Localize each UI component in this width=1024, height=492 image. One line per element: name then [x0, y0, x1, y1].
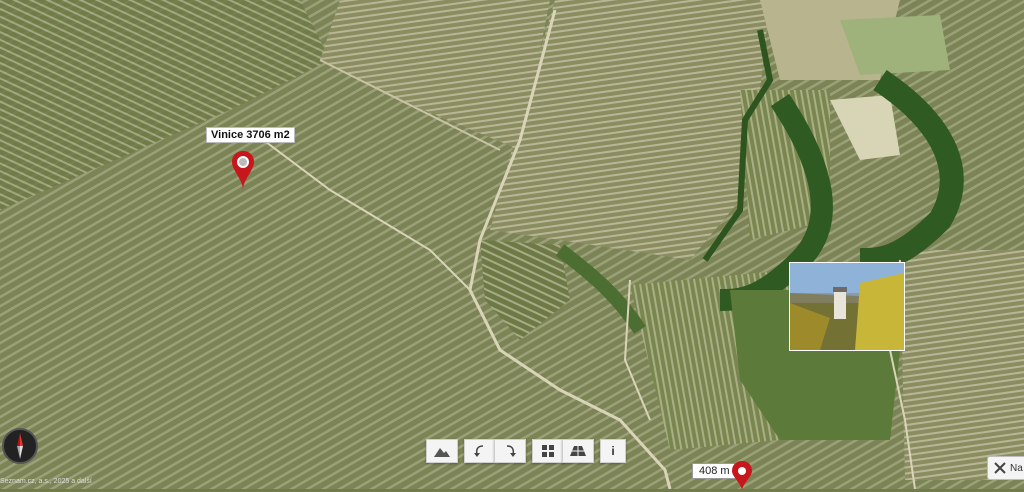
tools-icon [994, 462, 1006, 474]
scale-indicator: 408 m [692, 463, 737, 479]
info-button[interactable]: i [600, 439, 626, 463]
location-pin-icon[interactable] [731, 460, 753, 492]
map-pin-icon[interactable] [231, 150, 255, 192]
perspective-button[interactable] [562, 439, 594, 463]
grid-icon [542, 445, 554, 457]
rotate-right-button[interactable] [494, 439, 526, 463]
navigation-button[interactable]: Na [987, 456, 1024, 480]
terrain-button[interactable] [426, 439, 458, 463]
rotate-left-icon [474, 445, 484, 457]
rotate-right-icon [506, 445, 516, 457]
terrain-icon [434, 448, 450, 457]
rotate-left-button[interactable] [464, 439, 496, 463]
vineyard-photo [790, 263, 904, 350]
aerial-map[interactable] [0, 0, 1024, 489]
perspective-icon [570, 446, 586, 456]
scale-label: 408 m [699, 465, 730, 477]
grid-view-button[interactable] [532, 439, 564, 463]
photo-thumbnail[interactable] [789, 262, 905, 351]
navigation-label: Na [1010, 462, 1023, 474]
compass-button[interactable] [2, 428, 38, 464]
compass-icon [17, 433, 23, 459]
info-icon: i [611, 444, 615, 458]
copyright-text[interactable]: Seznam.cz, a.s., 2025 a další [0, 478, 92, 485]
marker-label: Vinice 3706 m2 [206, 127, 295, 143]
